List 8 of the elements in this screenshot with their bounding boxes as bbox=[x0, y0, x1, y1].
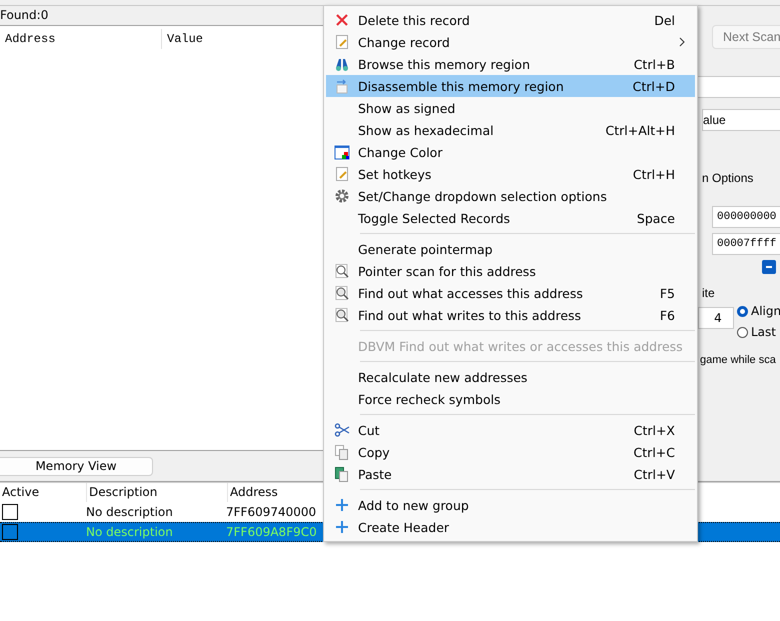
table-cell: 7FF609740000 bbox=[226, 505, 316, 519]
table-cell: No description bbox=[86, 505, 173, 519]
group-title: n Options bbox=[702, 171, 754, 185]
table-cell: No description bbox=[86, 525, 173, 539]
option-label: ite bbox=[702, 286, 715, 300]
table-cell: 7FF609A8F9C0 bbox=[226, 525, 317, 539]
option-label: game while sca bbox=[700, 354, 776, 366]
found-count: Found:0 bbox=[0, 7, 50, 24]
